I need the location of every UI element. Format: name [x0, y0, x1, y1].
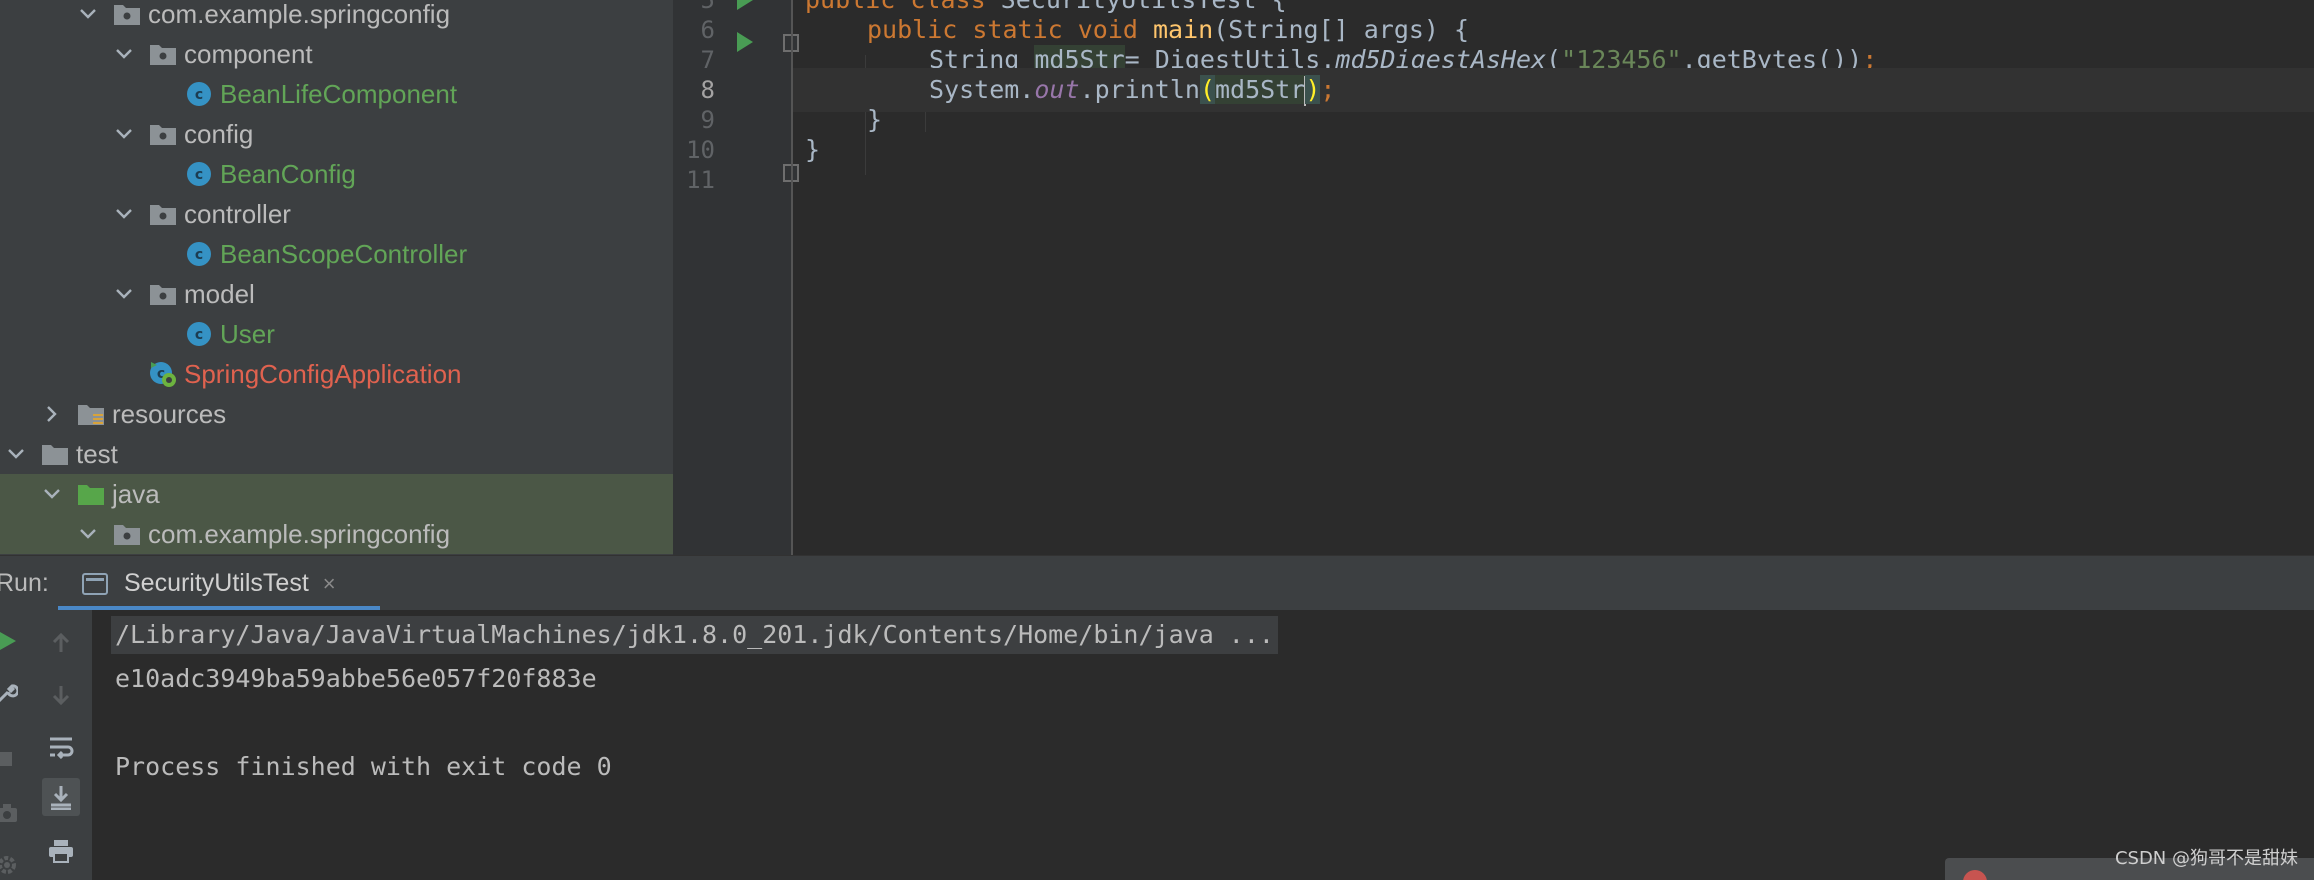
watermark: CSDN @狗哥不是甜妹 — [2114, 848, 2298, 869]
rerun-icon[interactable] — [0, 622, 26, 660]
run-panel-label: Run: — [0, 569, 49, 597]
tree-item[interactable]: resources — [0, 394, 673, 434]
tree-item-label: SpringConfigApplication — [184, 358, 462, 389]
java-class-icon: c — [184, 79, 214, 109]
tree-item-label: BeanLifeComponent — [220, 78, 458, 109]
tree-item-label: User — [220, 318, 275, 349]
tree-item-label: test — [76, 438, 118, 469]
chevron-down-icon[interactable] — [114, 114, 134, 154]
spring-boot-app-icon: c — [148, 359, 178, 389]
tab-title: SecurityUtilsTest — [124, 569, 309, 597]
chevron-down-icon[interactable] — [114, 194, 134, 234]
tree-item-label: config — [184, 118, 254, 149]
code-token: } — [805, 135, 821, 164]
tab-security-utils-test[interactable]: SecurityUtilsTest × — [58, 556, 380, 611]
resources-folder-icon — [76, 399, 106, 429]
stop-icon[interactable] — [0, 740, 24, 778]
run-class-gutter-icon[interactable] — [737, 0, 753, 10]
print-icon[interactable] — [42, 832, 80, 870]
error-icon — [1963, 870, 1987, 880]
gear-icon[interactable] — [0, 846, 26, 880]
code-line-10: } — [805, 128, 2305, 172]
tree-item-label: model — [184, 278, 255, 309]
package-folder-icon — [148, 199, 178, 229]
tree-item[interactable]: c BeanScopeController — [0, 234, 673, 274]
code-editor[interactable]: 5 6 7 8 9 10 11 public class SecurityUti… — [673, 0, 2314, 555]
package-folder-icon — [148, 39, 178, 69]
tree-item[interactable]: java — [0, 474, 673, 514]
line-number: 11 — [686, 166, 715, 194]
wrench-icon[interactable] — [0, 674, 26, 712]
camera-icon[interactable] — [0, 794, 26, 832]
tree-item[interactable]: model — [0, 274, 673, 314]
svg-text:c: c — [195, 167, 203, 183]
tree-item-label: component — [184, 38, 313, 69]
tree-item[interactable]: controller — [0, 194, 673, 234]
tree-item[interactable]: com.example.springconfig — [0, 514, 673, 554]
package-folder-icon — [112, 0, 142, 29]
console-command-line[interactable]: /Library/Java/JavaVirtualMachines/jdk1.8… — [111, 616, 1278, 654]
up-arrow-icon[interactable] — [42, 624, 80, 662]
chevron-down-icon[interactable] — [78, 0, 98, 34]
tree-item[interactable]: test — [0, 434, 673, 474]
tree-item-label: com.example.springconfig — [148, 518, 451, 549]
java-class-icon: c — [184, 319, 214, 349]
tree-item-label: resources — [112, 398, 227, 429]
svg-text:c: c — [195, 327, 203, 343]
svg-text:c: c — [195, 87, 203, 103]
tree-item-label: BeanConfig — [220, 158, 356, 189]
down-arrow-icon[interactable] — [42, 676, 80, 714]
package-folder-icon — [148, 279, 178, 309]
project-tree[interactable]: com.example.springconfig component c BeanLi… — [0, 0, 673, 555]
close-icon[interactable]: × — [323, 571, 336, 597]
ide-window: com.example.springconfig component c BeanLi… — [0, 0, 2314, 880]
tree-item-label: com.example.springconfig — [148, 0, 451, 29]
folder-icon — [40, 439, 70, 469]
run-panel-header: Run: SecurityUtilsTest × — [0, 555, 2314, 611]
test-source-folder-icon — [76, 479, 106, 509]
package-folder-icon — [148, 119, 178, 149]
tree-item[interactable]: config — [0, 114, 673, 154]
run-toolbar — [0, 610, 92, 880]
console-line: Process finished with exit code 0 — [115, 752, 612, 781]
tree-item-label: java — [112, 478, 160, 509]
tree-item-label: controller — [184, 198, 291, 229]
chevron-down-icon[interactable] — [114, 274, 134, 314]
chevron-down-icon[interactable] — [6, 434, 26, 474]
tree-item[interactable]: c SpringConfigApplication — [0, 354, 673, 394]
console-output[interactable]: /Library/Java/JavaVirtualMachines/jdk1.8… — [92, 610, 2314, 880]
run-configuration-icon — [80, 569, 110, 599]
tree-item[interactable]: c User — [0, 314, 673, 354]
chevron-down-icon[interactable] — [78, 514, 98, 554]
java-class-icon: c — [184, 159, 214, 189]
tree-item[interactable]: c BeanLifeComponent — [0, 74, 673, 114]
run-main-gutter-icon[interactable] — [737, 32, 753, 52]
tree-item[interactable]: c BeanConfig — [0, 154, 673, 194]
chevron-down-icon[interactable] — [42, 474, 62, 514]
console-line: e10adc3949ba59abbe56e057f20f883e — [115, 664, 597, 693]
editor-gutter: 5 6 7 8 9 10 11 — [673, 0, 799, 555]
java-class-icon: c — [184, 239, 214, 269]
tree-item-label: BeanScopeController — [220, 238, 468, 269]
tree-item[interactable]: com.example.springconfig — [0, 0, 673, 34]
tree-item[interactable]: component — [0, 34, 673, 74]
chevron-down-icon[interactable] — [114, 34, 134, 74]
soft-wrap-icon[interactable] — [42, 728, 80, 766]
chevron-right-icon[interactable] — [42, 394, 62, 434]
svg-text:c: c — [195, 247, 203, 263]
scroll-to-end-icon[interactable] — [42, 778, 80, 816]
package-folder-icon — [112, 519, 142, 549]
